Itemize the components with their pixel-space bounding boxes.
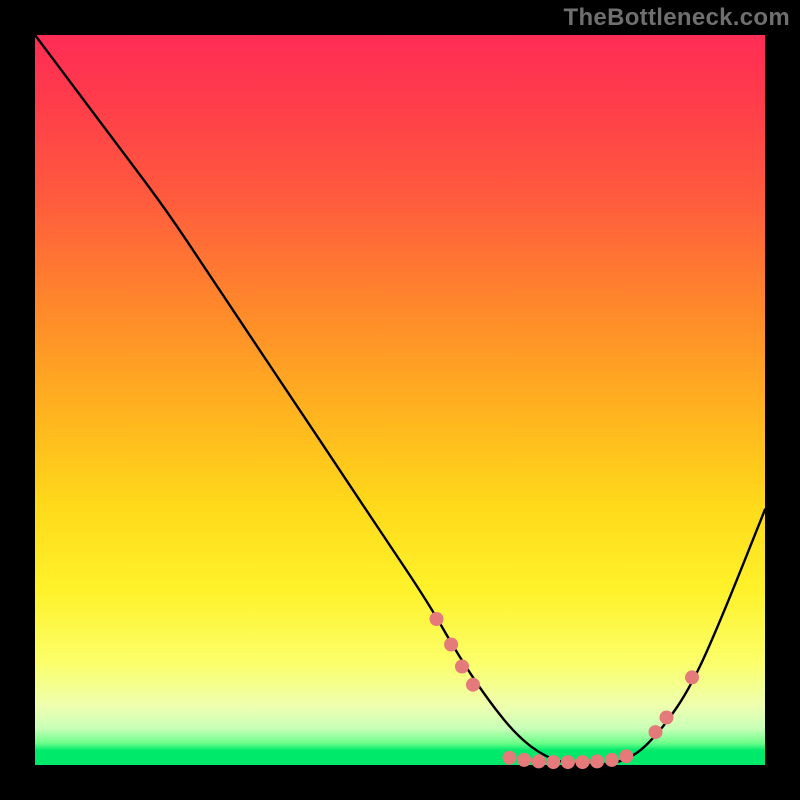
data-marker xyxy=(444,638,458,652)
bottleneck-curve xyxy=(35,35,765,765)
curve-layer xyxy=(35,35,765,765)
data-marker xyxy=(660,711,674,725)
data-marker xyxy=(430,612,444,626)
data-marker xyxy=(576,755,590,769)
data-marker xyxy=(466,678,480,692)
chart-frame: TheBottleneck.com xyxy=(0,0,800,800)
data-marker xyxy=(649,725,663,739)
marker-group xyxy=(430,612,700,769)
data-marker xyxy=(455,660,469,674)
data-marker xyxy=(619,749,633,763)
data-marker xyxy=(685,670,699,684)
data-marker xyxy=(590,754,604,768)
data-marker xyxy=(503,751,517,765)
watermark-text: TheBottleneck.com xyxy=(564,4,790,32)
data-marker xyxy=(546,755,560,769)
data-marker xyxy=(532,754,546,768)
plot-area xyxy=(35,35,765,765)
data-marker xyxy=(561,755,575,769)
data-marker xyxy=(517,753,531,767)
data-marker xyxy=(605,753,619,767)
